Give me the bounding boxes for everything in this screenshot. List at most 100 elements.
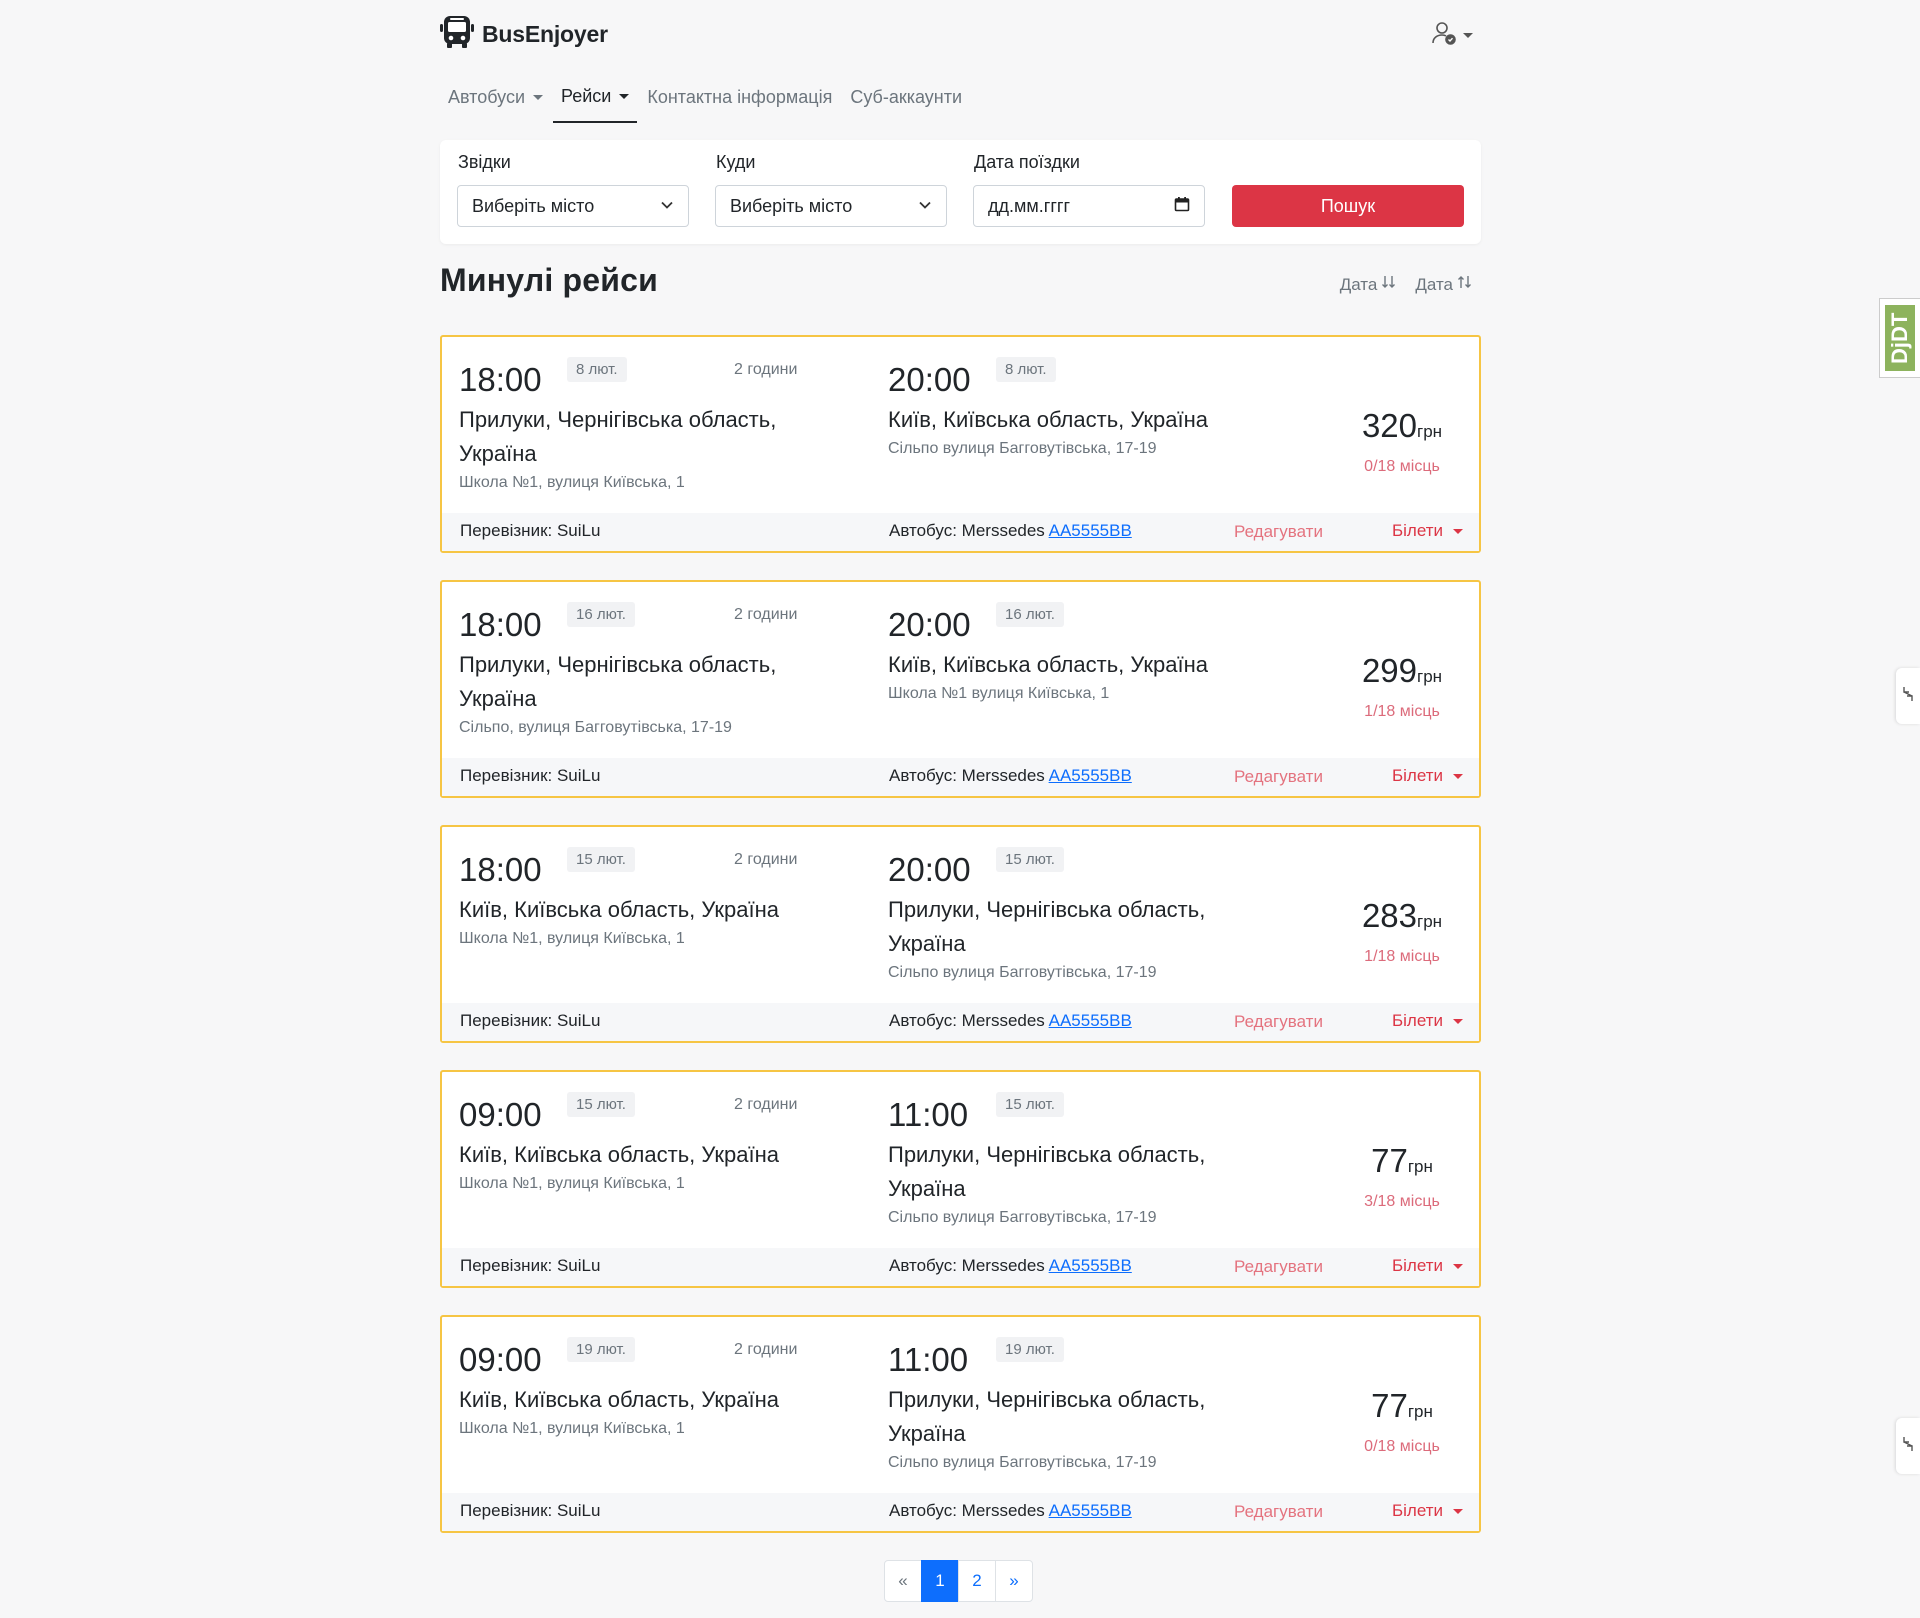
to-label: Куди	[716, 152, 756, 172]
collapse-arrows-icon	[1901, 685, 1915, 708]
price-value: 299	[1361, 652, 1417, 689]
edit-trip-link[interactable]: Редагувати	[1234, 1012, 1323, 1032]
tickets-label: Білети	[1392, 766, 1444, 785]
trip-price: 320грн	[1342, 407, 1462, 445]
trip-duration: 2 години	[734, 1341, 798, 1358]
trip-duration: 2 години	[734, 851, 798, 868]
date-input[interactable]: дд.мм.гггг	[973, 185, 1205, 227]
brand-name: BusEnjoyer	[482, 21, 608, 47]
to-select-value: Виберіть місто	[730, 195, 853, 216]
trip-price: 283грн	[1342, 897, 1462, 935]
departure-city: Київ, Київська область, Україна	[459, 897, 779, 922]
tickets-label: Білети	[1392, 521, 1444, 540]
arrival-time: 20:00	[888, 851, 971, 888]
trip-card: 09:00 15 лют. 2 години Київ, Київська об…	[440, 1070, 1481, 1288]
seats-count: 1/18 місць	[1364, 948, 1440, 965]
trip-duration: 2 години	[734, 606, 798, 623]
edit-trip-link[interactable]: Редагувати	[1234, 1502, 1323, 1522]
departure-city: Київ, Київська область, Україна	[459, 1142, 779, 1167]
from-select[interactable]: Виберіть місто	[457, 185, 689, 227]
arrival-date: 16 лют.	[996, 602, 1064, 627]
sort-date-desc-label: Дата	[1339, 274, 1378, 294]
sort-date-asc[interactable]: Дата	[1415, 274, 1473, 295]
caret-down-icon	[1453, 1263, 1464, 1269]
carrier-label: Перевізник: SuiLu	[460, 1256, 601, 1275]
tickets-dropdown[interactable]: Білети	[1392, 1501, 1464, 1521]
trip-footer: Перевізник: SuiLu Автобус: Merssedes AA5…	[442, 1248, 1479, 1286]
from-select-value: Виберіть місто	[472, 195, 595, 216]
departure-date: 19 лют.	[567, 1337, 635, 1362]
chevron-down-icon	[660, 196, 674, 217]
bus-info: Автобус: Merssedes AA5555BB	[889, 1256, 1132, 1276]
trip-card: 18:00 8 лют. 2 години Прилуки, Чернігівс…	[440, 335, 1481, 553]
debug-toolbar-handle[interactable]: DjDT	[1879, 298, 1920, 378]
date-input-placeholder: дд.мм.гггг	[988, 195, 1071, 216]
departure-address: Школа №1, вулиця Київська, 1	[459, 474, 685, 491]
nav-trips-label: Рейси	[561, 86, 612, 106]
pagination-next[interactable]: »	[995, 1560, 1033, 1602]
tickets-label: Білети	[1392, 1256, 1444, 1275]
bus-plate-link[interactable]: AA5555BB	[1049, 1501, 1132, 1520]
side-collapse-tab[interactable]	[1896, 1418, 1920, 1474]
page-title: Минулі рейси	[440, 262, 659, 298]
caret-down-icon	[533, 95, 543, 100]
arrival-date: 15 лют.	[996, 847, 1064, 872]
from-label: Звідки	[458, 152, 511, 172]
bus-info: Автобус: Merssedes AA5555BB	[889, 766, 1132, 786]
departure-date: 15 лют.	[567, 1092, 635, 1117]
trip-price: 77грн	[1342, 1142, 1462, 1180]
search-button[interactable]: Пошук	[1232, 185, 1464, 227]
carrier-label: Перевізник: SuiLu	[460, 1501, 601, 1520]
nav-buses[interactable]: Автобуси	[440, 80, 551, 123]
sort-links: Дата Дата	[1340, 274, 1473, 295]
bus-plate-link[interactable]: AA5555BB	[1049, 766, 1132, 785]
caret-down-icon	[1453, 773, 1464, 779]
side-collapse-tab[interactable]	[1896, 668, 1920, 724]
tickets-dropdown[interactable]: Білети	[1392, 521, 1464, 541]
caret-down-icon	[619, 94, 630, 99]
departure-time: 18:00	[459, 606, 542, 643]
nav-contact-info-label: Контактна інформація	[647, 87, 833, 107]
departure-address: Школа №1, вулиця Київська, 1	[459, 930, 685, 947]
pagination: « 1 2 »	[884, 1560, 1033, 1602]
to-select[interactable]: Виберіть місто	[715, 185, 947, 227]
tickets-dropdown[interactable]: Білети	[1392, 1256, 1464, 1276]
price-value: 77	[1371, 1387, 1408, 1424]
nav-sub-accounts[interactable]: Суб-аккаунти	[842, 80, 970, 123]
pagination-page-2[interactable]: 2	[958, 1560, 996, 1602]
brand[interactable]: BusEnjoyer	[440, 14, 608, 55]
departure-time: 09:00	[459, 1341, 542, 1378]
nav-trips[interactable]: Рейси	[553, 80, 638, 123]
departure-date: 15 лют.	[567, 847, 635, 872]
user-menu-toggle[interactable]	[1431, 20, 1473, 51]
departure-date: 16 лют.	[567, 602, 635, 627]
user-check-icon	[1431, 20, 1457, 51]
edit-trip-link[interactable]: Редагувати	[1234, 1257, 1323, 1277]
bus-plate-link[interactable]: AA5555BB	[1049, 521, 1132, 540]
bus-plate-link[interactable]: AA5555BB	[1049, 1011, 1132, 1030]
departure-address: Школа №1, вулиця Київська, 1	[459, 1420, 685, 1437]
debug-toolbar-label: DjDT	[1885, 305, 1915, 371]
calendar-icon[interactable]	[1174, 196, 1190, 217]
departure-time: 18:00	[459, 361, 542, 398]
bus-icon	[440, 14, 474, 55]
arrival-city: Прилуки, Чернігівська область, Україна	[888, 897, 1206, 956]
pagination-page-1[interactable]: 1	[921, 1560, 959, 1602]
tickets-dropdown[interactable]: Білети	[1392, 766, 1464, 786]
pagination-prev[interactable]: «	[884, 1560, 922, 1602]
trip-footer: Перевізник: SuiLu Автобус: Merssedes AA5…	[442, 513, 1479, 551]
price-currency: грн	[1417, 667, 1443, 686]
tickets-dropdown[interactable]: Білети	[1392, 1011, 1464, 1031]
caret-down-icon	[1463, 33, 1473, 38]
trip-card: 18:00 16 лют. 2 години Прилуки, Чернігів…	[440, 580, 1481, 798]
price-value: 320	[1361, 407, 1417, 444]
edit-trip-link[interactable]: Редагувати	[1234, 522, 1323, 542]
nav-contact-info[interactable]: Контактна інформація	[639, 80, 840, 123]
departure-city: Київ, Київська область, Україна	[459, 1387, 779, 1412]
edit-trip-link[interactable]: Редагувати	[1234, 767, 1323, 787]
caret-down-icon	[1453, 528, 1464, 534]
trip-duration: 2 години	[734, 361, 798, 378]
bus-plate-link[interactable]: AA5555BB	[1049, 1256, 1132, 1275]
sort-date-desc[interactable]: Дата	[1340, 274, 1398, 295]
bus-label: Автобус: Merssedes	[889, 766, 1045, 785]
